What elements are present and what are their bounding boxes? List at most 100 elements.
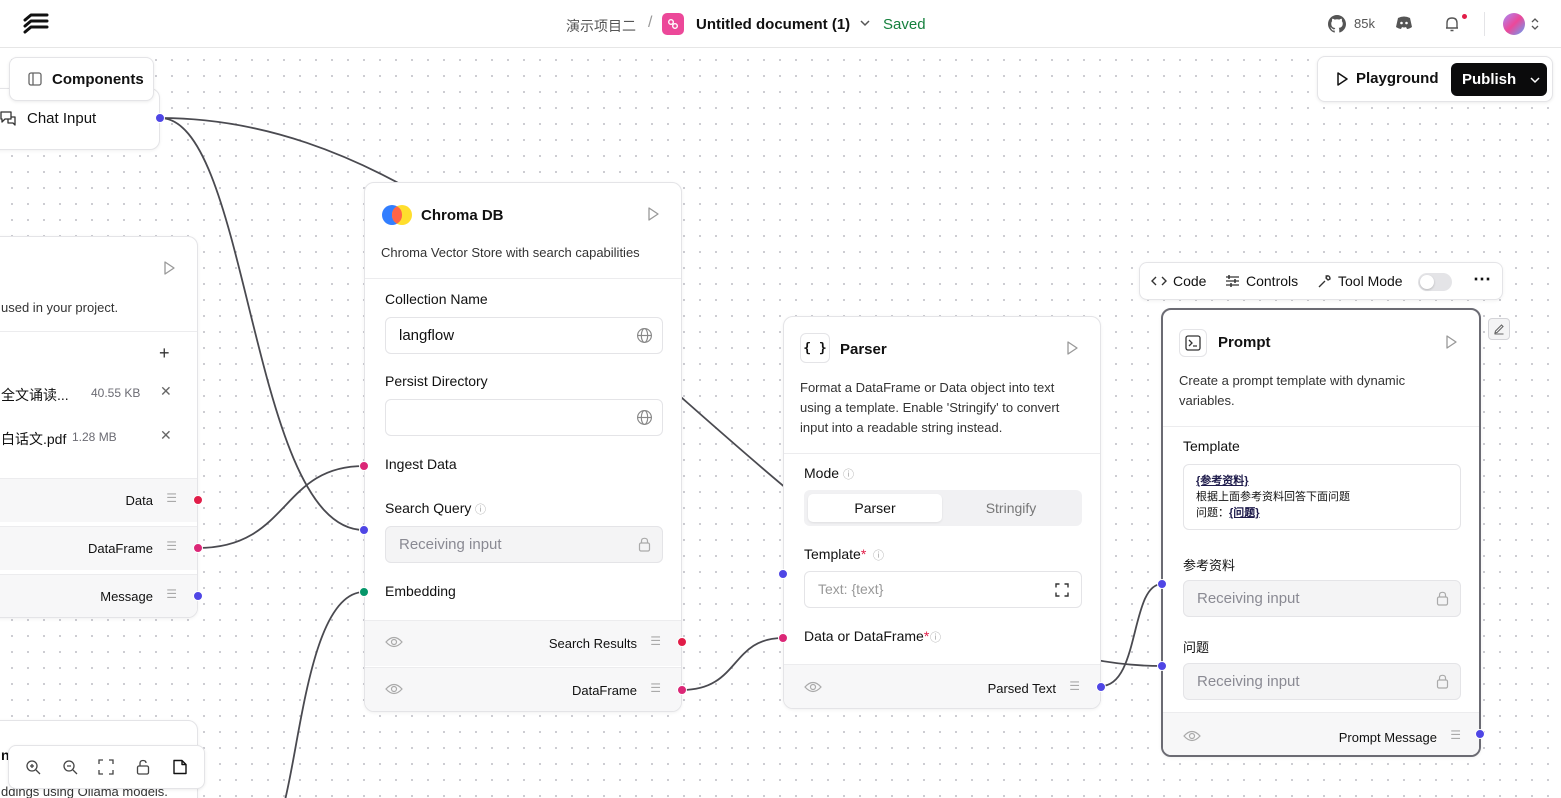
eye-icon[interactable]	[385, 682, 403, 696]
flow-canvas[interactable]: Components Playground Publish Chat Input…	[0, 48, 1561, 798]
reference-label: 参考资料	[1183, 558, 1236, 573]
more-options-icon[interactable]: ⋯	[1473, 269, 1492, 290]
inspect-icon[interactable]: ☰	[166, 587, 177, 601]
divider	[784, 453, 1100, 454]
output-row-prompt-message[interactable]: Prompt Message ☰	[1163, 712, 1479, 755]
lock-icon[interactable]	[135, 759, 151, 775]
input-placeholder: Receiving input	[1197, 673, 1300, 690]
search-query-input-handle[interactable]	[359, 525, 369, 535]
mode-toggle[interactable]: Parser Stringify	[804, 490, 1082, 526]
expand-icon[interactable]	[1055, 583, 1069, 597]
mode-option-stringify[interactable]: Stringify	[944, 494, 1078, 522]
chroma-db-node[interactable]: Chroma DB Chroma Vector Store with searc…	[364, 182, 682, 712]
data-input-handle[interactable]	[778, 633, 788, 643]
message-output-handle[interactable]	[193, 591, 203, 601]
divider	[1163, 426, 1479, 427]
question-input-handle[interactable]	[1157, 661, 1167, 671]
globe-icon[interactable]	[636, 327, 653, 344]
template-label: Template*	[804, 546, 867, 562]
run-icon[interactable]	[1066, 341, 1078, 355]
chevron-down-icon[interactable]	[858, 16, 872, 30]
run-icon[interactable]	[647, 207, 659, 221]
reference-input-handle[interactable]	[1157, 579, 1167, 589]
inspect-icon[interactable]: ☰	[650, 634, 661, 648]
bell-icon[interactable]	[1443, 15, 1461, 33]
tool-mode-button[interactable]: Tool Mode	[1317, 273, 1403, 289]
info-icon[interactable]: ⓘ	[930, 629, 941, 645]
output-row-parsed-text[interactable]: Parsed Text ☰	[784, 664, 1100, 708]
langflow-logo-icon[interactable]	[22, 12, 50, 36]
dataframe-output-handle[interactable]	[677, 685, 687, 695]
canvas-controls	[8, 745, 205, 789]
template-input[interactable]: Text: {text}	[804, 571, 1082, 608]
controls-button[interactable]: Controls	[1225, 273, 1298, 289]
remove-file-icon[interactable]: ✕	[160, 427, 172, 444]
collection-name-input[interactable]: langflow	[385, 317, 663, 354]
output-row-dataframe[interactable]: DataFrame ☰	[0, 526, 197, 570]
output-row-dataframe[interactable]: DataFrame ☰	[365, 667, 681, 711]
run-icon[interactable]	[1445, 335, 1457, 349]
fit-view-icon[interactable]	[98, 759, 115, 775]
playground-button[interactable]: Playground	[1336, 70, 1439, 87]
data-output-handle[interactable]	[193, 495, 203, 505]
parsed-text-output-handle[interactable]	[1096, 682, 1106, 692]
github-icon[interactable]	[1328, 15, 1346, 33]
mode-label: Mode	[804, 465, 840, 481]
prompt-template-input[interactable]: {参考资料} 根据上面参考资料回答下面问题 问题：{问题}	[1183, 464, 1461, 530]
save-status: Saved	[883, 16, 926, 33]
discord-icon[interactable]	[1395, 15, 1413, 31]
embedding-input-handle[interactable]	[359, 587, 369, 597]
inspect-icon[interactable]: ☰	[1069, 679, 1080, 693]
pencil-icon[interactable]	[1488, 318, 1510, 340]
avatar[interactable]	[1503, 13, 1525, 35]
output-row-search-results[interactable]: Search Results ☰	[365, 620, 681, 666]
chat-input-output-handle[interactable]	[155, 113, 165, 123]
template-input-handle[interactable]	[778, 569, 788, 579]
run-icon[interactable]	[163, 261, 175, 275]
tool-mode-toggle[interactable]	[1418, 273, 1452, 291]
output-row-data[interactable]: Data ☰	[0, 478, 197, 522]
components-button[interactable]: Components	[9, 57, 154, 101]
search-query-input[interactable]: Receiving input	[385, 526, 663, 563]
prompt-message-output-handle[interactable]	[1475, 729, 1485, 739]
github-stars[interactable]: 85k	[1354, 16, 1375, 31]
notification-dot	[1462, 14, 1467, 19]
chevron-updown-icon[interactable]	[1530, 17, 1540, 31]
remove-file-icon[interactable]: ✕	[160, 383, 172, 400]
eye-icon[interactable]	[804, 680, 822, 694]
globe-icon[interactable]	[636, 409, 653, 426]
prompt-node[interactable]: Prompt Create a prompt template with dyn…	[1161, 308, 1481, 757]
inspect-icon[interactable]: ☰	[650, 681, 661, 695]
info-icon[interactable]: ⓘ	[873, 547, 884, 563]
ingest-data-input-handle[interactable]	[359, 461, 369, 471]
zoom-in-icon[interactable]	[25, 759, 41, 775]
eye-icon[interactable]	[385, 635, 403, 649]
breadcrumb-project[interactable]: 演示项目二	[566, 16, 636, 36]
edge-parsed-to-reference	[1100, 583, 1163, 687]
info-icon[interactable]: ⓘ	[475, 501, 486, 517]
embedding-label: Embedding	[385, 583, 456, 599]
inspect-icon[interactable]: ☰	[166, 539, 177, 553]
document-title[interactable]: Untitled document (1)	[696, 16, 850, 33]
search-results-output-handle[interactable]	[677, 637, 687, 647]
reference-input[interactable]: Receiving input	[1183, 580, 1461, 617]
add-file-icon[interactable]: +	[159, 343, 170, 364]
inspect-icon[interactable]: ☰	[166, 491, 177, 505]
persist-directory-input[interactable]	[385, 399, 663, 436]
info-icon[interactable]: ⓘ	[843, 466, 854, 482]
edge-dataframe-to-ingest	[197, 465, 365, 549]
parser-node[interactable]: { } Parser Format a DataFrame or Data ob…	[783, 316, 1101, 709]
lock-icon	[638, 537, 651, 552]
inspect-icon[interactable]: ☰	[1450, 728, 1461, 742]
zoom-out-icon[interactable]	[62, 759, 78, 775]
file-node[interactable]: used in your project. + 全文诵读... 40.55 KB…	[0, 236, 198, 618]
note-icon[interactable]	[172, 759, 188, 775]
mode-option-parser[interactable]: Parser	[808, 494, 942, 522]
publish-button[interactable]: Publish	[1451, 63, 1547, 96]
code-button[interactable]: Code	[1151, 273, 1206, 289]
file-name: 全文诵读...	[1, 387, 69, 403]
output-row-message[interactable]: Message ☰	[0, 574, 197, 617]
dataframe-output-handle[interactable]	[193, 543, 203, 553]
question-input[interactable]: Receiving input	[1183, 663, 1461, 700]
eye-icon[interactable]	[1183, 729, 1201, 743]
